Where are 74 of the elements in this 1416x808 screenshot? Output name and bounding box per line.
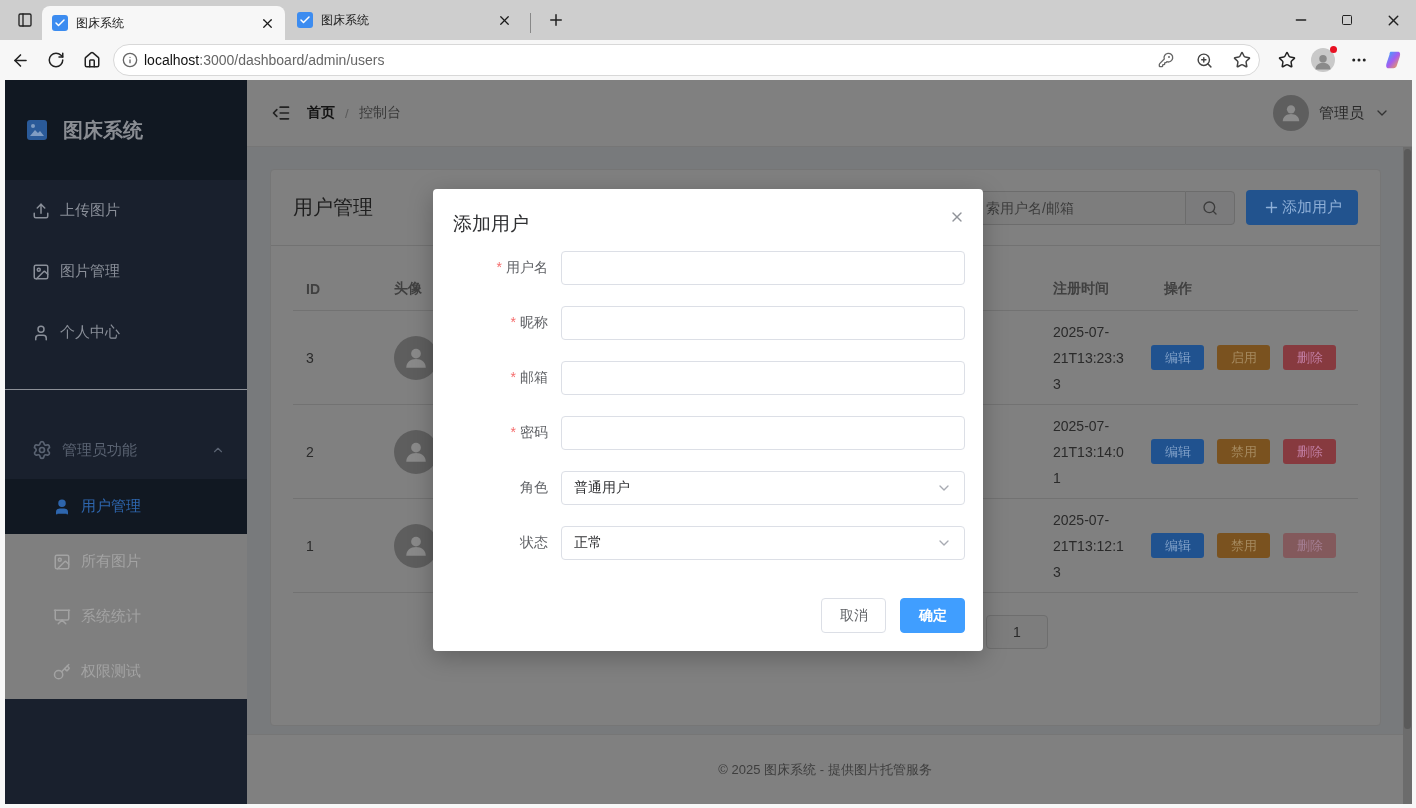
action-button[interactable]: 编辑 [1151,533,1204,558]
browser-tab[interactable]: 图床系统 [287,3,522,37]
field-label: * 密码 [509,424,548,442]
field-label: * 昵称 [509,314,548,332]
table-cell-text: 2025-07-21T13:23:33 [1053,322,1125,394]
action-button[interactable]: 删除 [1283,439,1336,464]
action-button[interactable]: 删除 [1283,345,1336,370]
user-name[interactable]: 管理员 [1319,103,1364,123]
user-icon [32,323,50,342]
info-icon[interactable] [122,52,138,68]
card-title: 用户管理 [293,195,373,220]
add-user-button[interactable]: 添加用户 [1246,190,1358,225]
field-label: * 邮箱 [509,369,548,387]
person-icon [1313,52,1333,72]
cancel-button[interactable]: 取消 [821,598,886,633]
user-icon [53,497,71,516]
input-field[interactable] [561,306,965,340]
field-label: 角色 [519,479,548,497]
address-field[interactable]: localhost:3000/dashboard/admin/users [113,44,1260,76]
select-field[interactable]: 普通用户 [561,471,965,505]
table-cell-text: 2 [305,443,315,460]
dialog-title: 添加用户 [453,212,529,236]
breadcrumb-separator: / [345,105,349,121]
field-label: * 用户名 [495,259,548,277]
favicon-icon [52,15,68,31]
app-logo-text: 图床系统 [63,117,143,143]
url-text: localhost:3000/dashboard/admin/users [144,52,386,68]
action-button[interactable]: 编辑 [1151,345,1204,370]
upload-icon [32,201,50,220]
select-field[interactable]: 正常 [561,526,965,560]
star-icon[interactable] [1233,51,1251,69]
picture-logo-icon [27,120,47,140]
menu-item[interactable]: 图片管理 [5,241,247,302]
zoom-icon[interactable] [1196,51,1213,69]
menu-item[interactable]: 个人中心 [5,302,247,363]
image-icon [53,552,71,571]
table-cell-text: 1 [305,537,315,554]
breadcrumb-item[interactable]: 首页 [307,104,335,122]
footer-text: © 2025 图床系统 - 提供图片托管服务 [718,760,932,779]
menu-item[interactable]: 上传图片 [5,180,247,241]
submenu-item[interactable]: 用户管理 [5,479,247,534]
key-icon [53,662,71,681]
input-field[interactable] [561,361,965,395]
tab-title: 图床系统 [76,14,125,32]
action-button[interactable]: 编辑 [1151,439,1204,464]
tab-title: 图床系统 [321,11,370,29]
key-icon[interactable] [1158,52,1174,68]
table-cell-text: 3 [305,349,315,366]
breadcrumb-item: 控制台 [358,104,401,122]
favicon-icon [297,12,313,28]
person-icon [1280,102,1302,124]
action-button[interactable]: 禁用 [1217,439,1270,464]
menu-fold-icon[interactable] [271,103,291,123]
scrollbar[interactable] [1403,147,1412,804]
group-label: 管理员功能 [62,440,138,460]
column-header: 注册时间 [1052,280,1110,298]
action-button[interactable]: 禁用 [1217,533,1270,558]
chart-board-icon [53,607,71,626]
menu-group[interactable]: 管理员功能 [5,421,247,479]
action-button[interactable]: 启用 [1217,345,1270,370]
page-button[interactable]: 1 [986,615,1048,649]
column-header: 头像 [393,280,423,298]
browser-tab[interactable]: 图床系统 [42,6,285,40]
column-header: 操作 [1163,280,1193,298]
confirm-button[interactable]: 确定 [900,598,965,633]
gear-icon [32,440,52,460]
image-icon [32,262,50,281]
table-cell-text: 2025-07-21T13:14:01 [1053,416,1125,488]
field-label: 状态 [519,534,548,552]
table-cell-text: 2025-07-21T13:12:13 [1053,510,1125,582]
column-header: ID [305,281,321,297]
input-field[interactable] [561,416,965,450]
search-icon [1202,199,1218,216]
input-field[interactable] [561,251,965,285]
